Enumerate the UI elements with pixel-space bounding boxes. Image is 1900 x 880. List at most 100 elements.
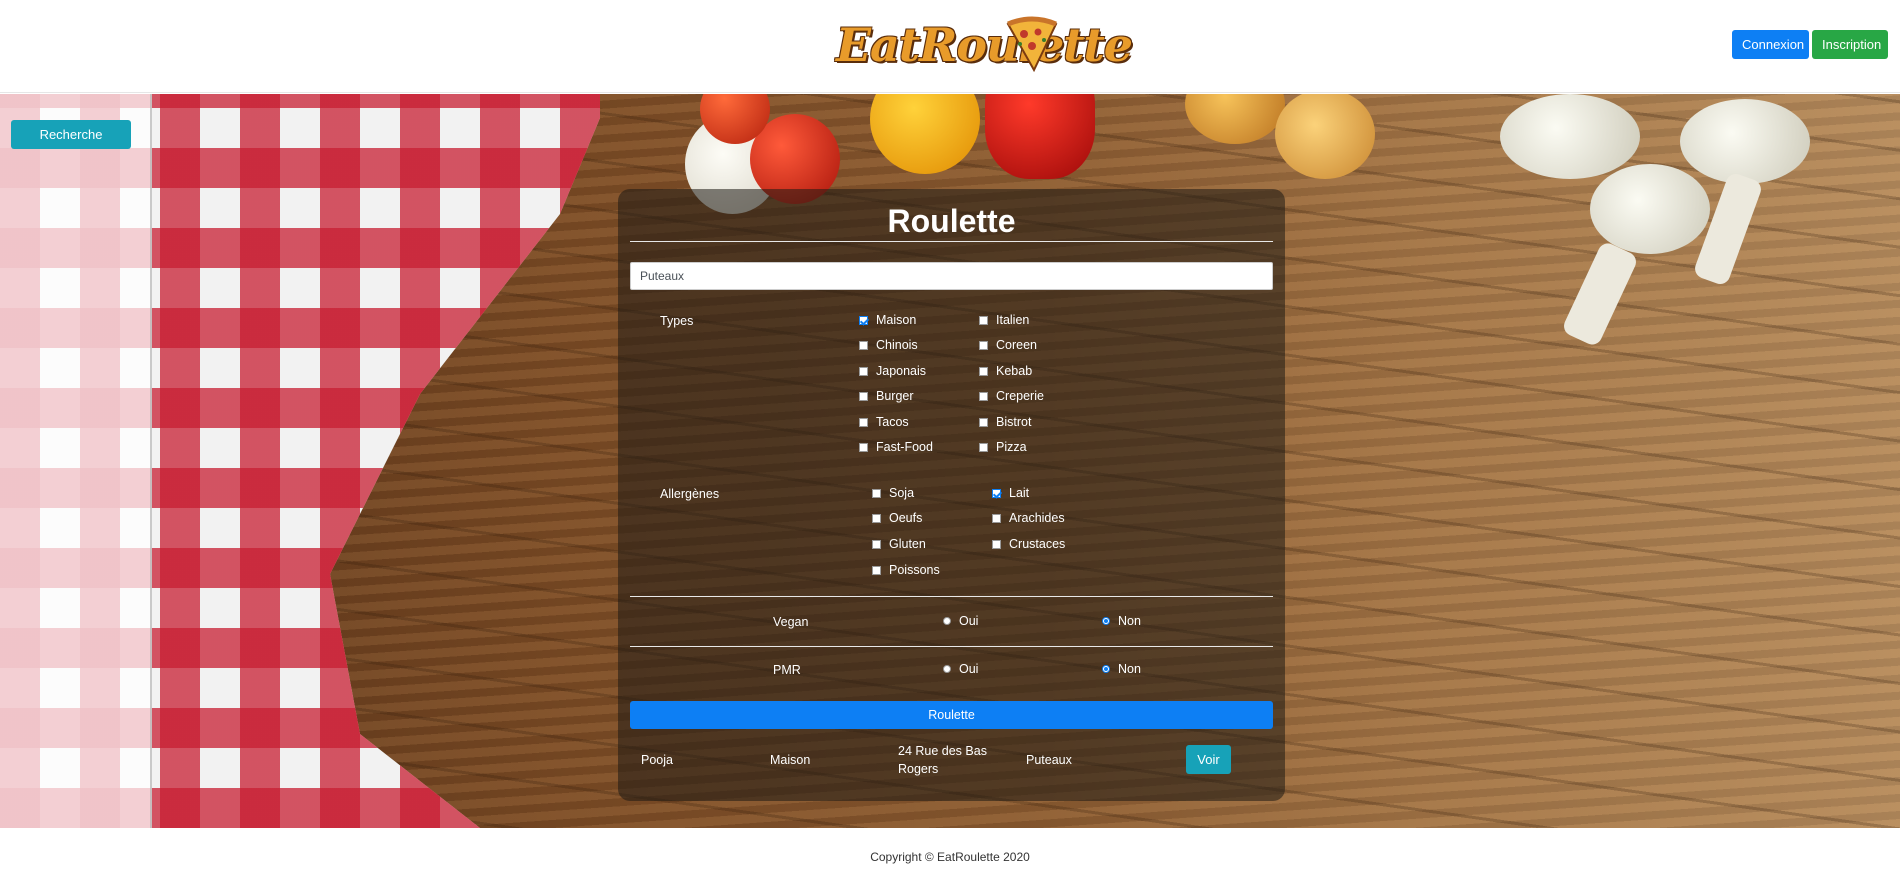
city-input[interactable] — [630, 262, 1273, 290]
checkbox-icon[interactable] — [992, 539, 1001, 549]
type-checkbox-maison[interactable]: Maison — [859, 313, 916, 327]
checkbox-label: Italien — [996, 313, 1030, 327]
checkbox-label: Bistrot — [996, 415, 1032, 429]
result-restaurant-city: Puteaux — [1026, 753, 1072, 767]
copyright-text: Copyright © EatRoulette 2020 — [870, 850, 1030, 864]
types-label: Types — [660, 314, 694, 328]
checkbox-label: Fast-Food — [876, 440, 933, 454]
radio-selected-icon[interactable] — [1102, 665, 1110, 673]
checkbox-icon[interactable] — [992, 513, 1001, 523]
allergen-checkbox-poissons[interactable]: Poissons — [872, 563, 940, 577]
checkbox-icon[interactable] — [979, 340, 988, 350]
view-button[interactable]: Voir — [1186, 745, 1231, 774]
checkbox-icon[interactable] — [859, 340, 868, 350]
checkbox-label: Gluten — [889, 537, 926, 551]
pmr-radio-non[interactable]: Non — [1102, 662, 1141, 676]
logo-text: EatRoulette — [836, 18, 1133, 72]
type-checkbox-kebab[interactable]: Kebab — [979, 364, 1032, 378]
vegan-radio-oui[interactable]: Oui — [943, 614, 978, 628]
checkbox-label: Arachides — [1009, 511, 1065, 525]
checkbox-label: Soja — [889, 486, 915, 500]
checkbox-icon[interactable] — [859, 442, 868, 452]
checkbox-checked-icon[interactable] — [859, 315, 868, 325]
checkbox-label: Coreen — [996, 338, 1037, 352]
checkbox-icon[interactable] — [979, 315, 988, 325]
radio-label: Oui — [959, 662, 979, 676]
radio-selected-icon[interactable] — [1102, 617, 1110, 625]
result-restaurant-address: 24 Rue des Bas Rogers — [898, 742, 987, 778]
login-button[interactable]: Connexion — [1732, 30, 1809, 59]
checkbox-checked-icon[interactable] — [992, 488, 1001, 498]
vegan-radio-non[interactable]: Non — [1102, 614, 1141, 628]
vegan-label: Vegan — [773, 615, 809, 629]
result-restaurant-type: Maison — [770, 753, 811, 767]
divider — [630, 596, 1273, 597]
divider — [630, 646, 1273, 647]
address-line-1: 24 Rue des Bas — [898, 744, 987, 758]
checkbox-label: Chinois — [876, 338, 918, 352]
radio-label: Non — [1118, 614, 1141, 628]
type-checkbox-fast-food[interactable]: Fast-Food — [859, 440, 933, 454]
checkbox-label: Tacos — [876, 415, 909, 429]
type-checkbox-pizza[interactable]: Pizza — [979, 440, 1027, 454]
checkbox-icon[interactable] — [979, 366, 988, 376]
pmr-label: PMR — [773, 663, 801, 677]
pizza-icon — [1006, 16, 1058, 72]
checkbox-label: Kebab — [996, 364, 1033, 378]
type-checkbox-bistrot[interactable]: Bistrot — [979, 415, 1031, 429]
checkbox-icon[interactable] — [859, 366, 868, 376]
allergen-checkbox-oeufs[interactable]: Oeufs — [872, 511, 922, 525]
radio-label: Oui — [959, 614, 979, 628]
result-restaurant-name: Pooja — [641, 753, 673, 767]
checkbox-label: Poissons — [889, 563, 940, 577]
mushroom-image — [1680, 99, 1810, 184]
checkbox-label: Japonais — [876, 364, 927, 378]
checkbox-icon[interactable] — [872, 539, 881, 549]
allergen-checkbox-soja[interactable]: Soja — [872, 486, 914, 500]
sidebar-panel — [0, 94, 152, 828]
panel-title: Roulette — [887, 203, 1016, 239]
checkbox-label: Oeufs — [889, 511, 923, 525]
checkbox-icon[interactable] — [979, 442, 988, 452]
roulette-button[interactable]: Roulette — [630, 701, 1273, 729]
red-pepper-image — [985, 94, 1095, 179]
pmr-radio-oui[interactable]: Oui — [943, 662, 978, 676]
checkbox-label: Pizza — [996, 440, 1027, 454]
allergen-checkbox-lait[interactable]: Lait — [992, 486, 1029, 500]
roulette-panel: Roulette Types Maison Italien Chinois Co… — [618, 189, 1285, 801]
type-checkbox-tacos[interactable]: Tacos — [859, 415, 909, 429]
top-navbar: EatRoulette Connexion Inscription — [0, 0, 1900, 93]
checkbox-label: Lait — [1009, 486, 1030, 500]
mushroom-image — [1500, 94, 1640, 179]
radio-icon[interactable] — [943, 617, 951, 625]
radio-label: Non — [1118, 662, 1141, 676]
checkbox-label: Burger — [876, 389, 914, 403]
type-checkbox-italien[interactable]: Italien — [979, 313, 1029, 327]
signup-button[interactable]: Inscription — [1812, 30, 1888, 59]
allergen-checkbox-crustaces[interactable]: Crustaces — [992, 537, 1065, 551]
checkbox-icon[interactable] — [859, 391, 868, 401]
checkbox-icon[interactable] — [979, 417, 988, 427]
search-button[interactable]: Recherche — [11, 120, 131, 149]
allergen-checkbox-arachides[interactable]: Arachides — [992, 511, 1065, 525]
radio-icon[interactable] — [943, 665, 951, 673]
type-checkbox-burger[interactable]: Burger — [859, 389, 914, 403]
checkbox-icon[interactable] — [872, 513, 881, 523]
type-checkbox-japonais[interactable]: Japonais — [859, 364, 926, 378]
checkbox-label: Crustaces — [1009, 537, 1066, 551]
mushroom-image — [1590, 164, 1710, 254]
allergens-label: Allergènes — [660, 487, 720, 501]
allergen-checkbox-gluten[interactable]: Gluten — [872, 537, 926, 551]
checkbox-icon[interactable] — [872, 565, 881, 575]
checkbox-label: Creperie — [996, 389, 1044, 403]
checkbox-label: Maison — [876, 313, 917, 327]
footer: Copyright © EatRoulette 2020 — [0, 828, 1900, 880]
type-checkbox-coreen[interactable]: Coreen — [979, 338, 1037, 352]
type-checkbox-chinois[interactable]: Chinois — [859, 338, 918, 352]
type-checkbox-creperie[interactable]: Creperie — [979, 389, 1044, 403]
divider — [630, 241, 1273, 242]
checkbox-icon[interactable] — [872, 488, 881, 498]
checkbox-icon[interactable] — [979, 391, 988, 401]
checkbox-icon[interactable] — [859, 417, 868, 427]
eatroulette-logo[interactable]: EatRoulette — [832, 12, 1133, 84]
